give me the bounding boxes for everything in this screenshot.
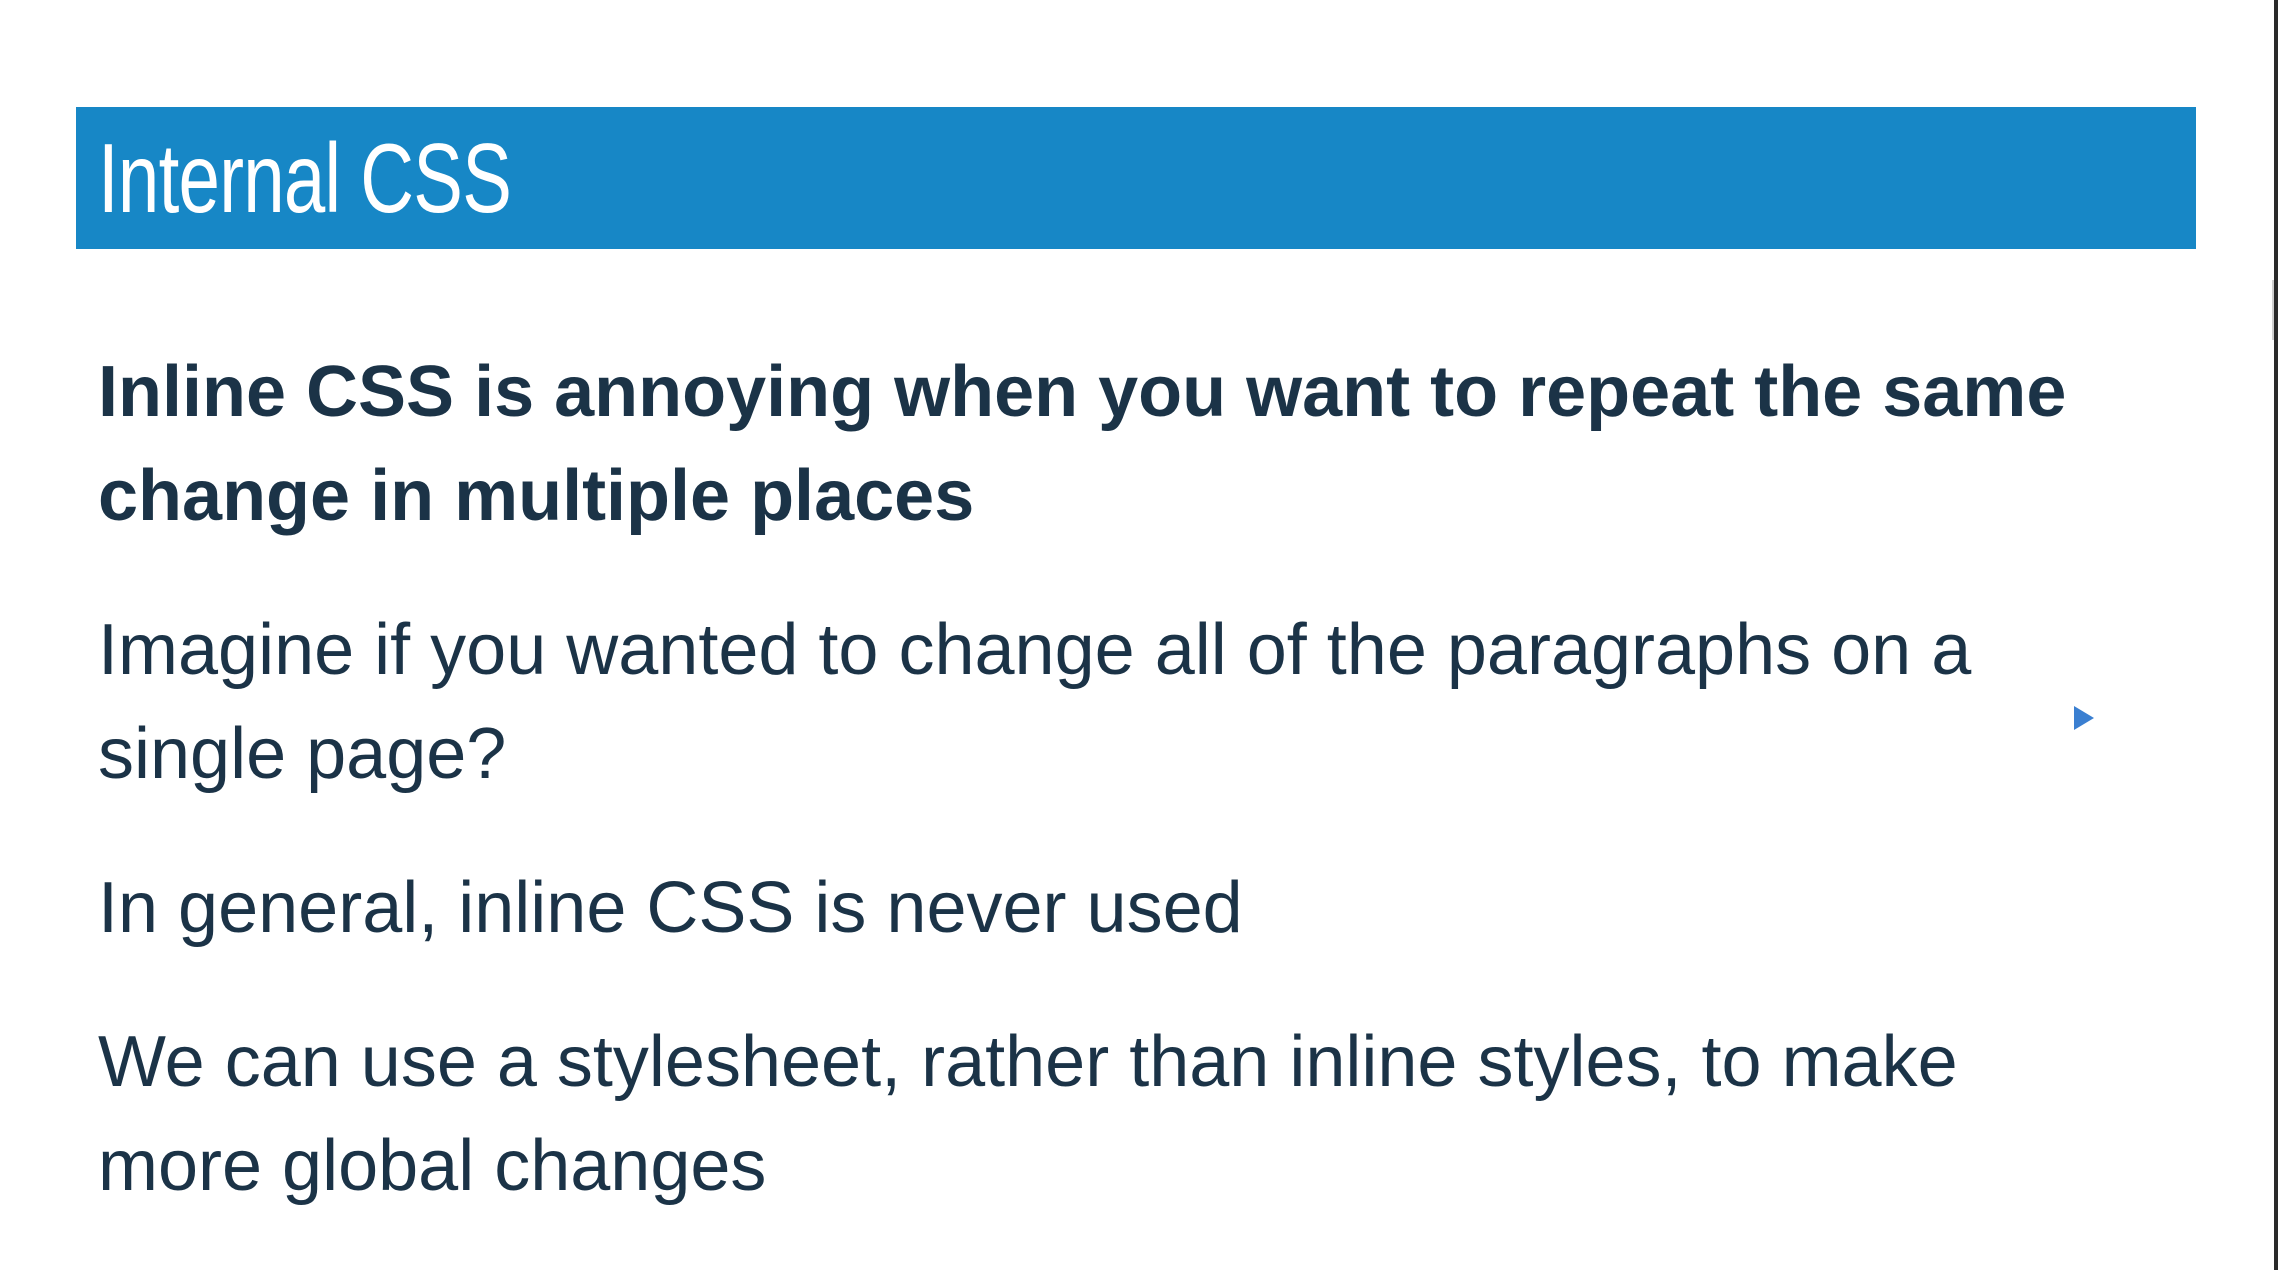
slide-title: Internal CSS: [98, 123, 512, 233]
paragraph-2: In general, inline CSS is never used: [98, 868, 1243, 948]
slide-content: Inline CSS is annoying when you want to …: [98, 340, 2098, 1218]
scrollbar-thumb[interactable]: [2272, 280, 2274, 340]
paragraph-1: Imagine if you wanted to change all of t…: [98, 610, 1972, 794]
slide: Internal CSS Inline CSS is annoying when…: [0, 0, 2278, 1270]
paragraph-3: We can use a stylesheet, rather than inl…: [98, 1022, 1958, 1206]
window-edge-divider: [2274, 0, 2278, 1270]
lead-statement: Inline CSS is annoying when you want to …: [98, 352, 2067, 536]
mouse-pointer-icon: [2074, 706, 2094, 730]
title-bar: Internal CSS: [76, 107, 2196, 249]
